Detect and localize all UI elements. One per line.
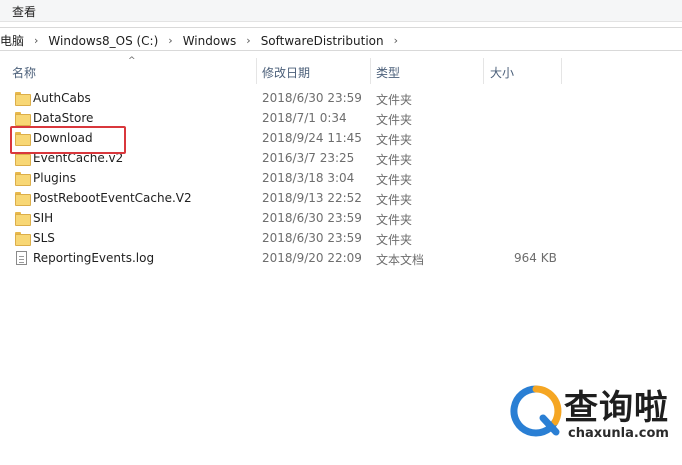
chaxunla-logo-icon	[510, 385, 562, 437]
file-name: DataStore	[33, 111, 94, 125]
folder-icon	[15, 191, 31, 206]
breadcrumb-item-windows[interactable]: Windows	[179, 34, 241, 48]
file-name: Plugins	[33, 171, 76, 185]
file-type: 文件夹	[376, 93, 413, 107]
watermark-title: 查询啦	[564, 388, 669, 428]
file-name: PostRebootEventCache.V2	[33, 191, 192, 205]
watermark: 查询啦 chaxunla.com	[508, 382, 674, 446]
file-date: 2018/9/20 22:09	[262, 251, 362, 265]
column-divider[interactable]	[370, 58, 371, 84]
file-date: 2018/7/1 0:34	[262, 111, 347, 125]
breadcrumb-item-drive[interactable]: Windows8_OS (C:)	[44, 34, 162, 48]
file-name: SIH	[33, 211, 54, 225]
file-name: ReportingEvents.log	[33, 251, 155, 265]
file-date: 2018/3/18 3:04	[262, 171, 355, 185]
file-type: 文件夹	[376, 173, 413, 187]
file-name: SLS	[33, 231, 55, 245]
column-header-date[interactable]: 修改日期	[262, 64, 310, 81]
file-size: 964 KB	[514, 251, 557, 265]
column-divider[interactable]	[483, 58, 484, 84]
breadcrumb-chevron-icon[interactable]: ›	[162, 34, 178, 47]
column-divider[interactable]	[256, 58, 257, 84]
file-date: 2018/6/30 23:59	[262, 91, 362, 105]
file-type: 文件夹	[376, 153, 413, 167]
file-type: 文件夹	[376, 133, 413, 147]
file-date: 2018/6/30 23:59	[262, 211, 362, 225]
folder-icon	[15, 111, 31, 126]
folder-icon	[15, 91, 31, 106]
file-row[interactable]: AuthCabs 2018/6/30 23:59 文件夹	[0, 88, 682, 108]
file-type: 文本文档	[376, 253, 425, 267]
file-row[interactable]: DataStore 2018/7/1 0:34 文件夹	[0, 108, 682, 128]
ribbon-tab-view[interactable]: 查看	[12, 3, 36, 20]
folder-icon	[15, 211, 31, 226]
file-name: AuthCabs	[33, 91, 91, 105]
breadcrumb-chevron-icon[interactable]: ›	[388, 34, 404, 47]
file-row[interactable]: SLS 2018/6/30 23:59 文件夹	[0, 228, 682, 248]
address-bar[interactable]: 电脑 › Windows8_OS (C:) › Windows › Softwa…	[0, 27, 682, 51]
file-date: 2016/3/7 23:25	[262, 151, 355, 165]
column-divider[interactable]	[561, 58, 562, 84]
column-header-type[interactable]: 类型	[376, 64, 400, 81]
watermark-subtitle: chaxunla.com	[568, 426, 669, 441]
breadcrumb-item-softwaredistribution[interactable]: SoftwareDistribution	[257, 34, 388, 48]
file-type: 文件夹	[376, 113, 413, 127]
breadcrumb-chevron-icon[interactable]: ›	[28, 34, 44, 47]
ribbon: 查看	[0, 0, 682, 22]
column-header-size[interactable]: 大小	[490, 64, 514, 81]
text-file-icon	[16, 251, 27, 265]
file-type: 文件夹	[376, 213, 413, 227]
breadcrumb: 电脑 › Windows8_OS (C:) › Windows › Softwa…	[0, 32, 404, 49]
breadcrumb-chevron-icon[interactable]: ›	[240, 34, 256, 47]
file-date: 2018/6/30 23:59	[262, 231, 362, 245]
column-headers: 名称 修改日期 类型 大小	[0, 58, 682, 84]
file-row[interactable]: Plugins 2018/3/18 3:04 文件夹	[0, 168, 682, 188]
file-row[interactable]: PostRebootEventCache.V2 2018/9/13 22:52 …	[0, 188, 682, 208]
folder-icon	[15, 171, 31, 186]
breadcrumb-item-pc[interactable]: 电脑	[0, 32, 28, 49]
file-type: 文件夹	[376, 233, 413, 247]
folder-icon	[15, 231, 31, 246]
column-header-name[interactable]: 名称	[12, 64, 36, 81]
file-type: 文件夹	[376, 193, 413, 207]
file-date: 2018/9/24 11:45	[262, 131, 362, 145]
file-date: 2018/9/13 22:52	[262, 191, 362, 205]
highlight-box	[10, 126, 126, 154]
file-row[interactable]: SIH 2018/6/30 23:59 文件夹	[0, 208, 682, 228]
file-row[interactable]: ReportingEvents.log 2018/9/20 22:09 文本文档…	[0, 248, 682, 268]
